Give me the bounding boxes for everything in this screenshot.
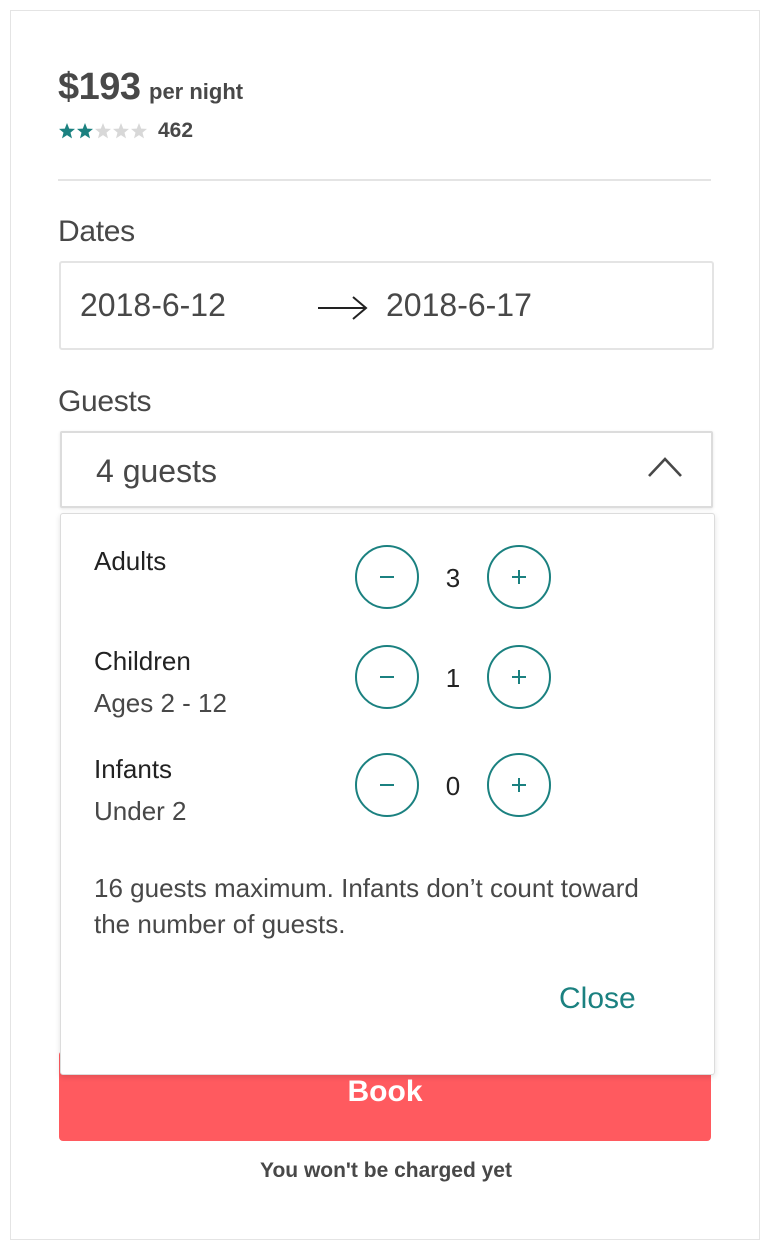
infants-decrement-button[interactable] bbox=[355, 753, 419, 817]
infants-increment-button[interactable] bbox=[487, 753, 551, 817]
guests-dropdown-toggle[interactable]: 4 guests bbox=[60, 431, 713, 508]
price-unit: per night bbox=[149, 79, 244, 104]
children-increment-button[interactable] bbox=[487, 645, 551, 709]
adults-decrement-button[interactable] bbox=[355, 545, 419, 609]
booking-card: $193 per night 462 Dates 2018-6-12 2018-… bbox=[10, 10, 760, 1240]
children-age-range: Ages 2 - 12 bbox=[94, 688, 227, 718]
guests-label: Guests bbox=[58, 385, 152, 418]
infants-count: 0 bbox=[445, 771, 461, 801]
children-label: Children bbox=[94, 646, 191, 676]
star-rating bbox=[58, 122, 148, 140]
guest-limit-note: 16 guests maximum. Infants don’t count t… bbox=[94, 873, 639, 939]
adults-label: Adults bbox=[94, 546, 167, 576]
star-icon bbox=[131, 123, 147, 139]
plus-icon bbox=[512, 778, 526, 792]
children-count: 1 bbox=[445, 663, 461, 693]
infants-age-range: Under 2 bbox=[94, 796, 187, 826]
star-icon bbox=[59, 123, 75, 139]
check-out-date[interactable]: 2018-6-17 bbox=[386, 287, 532, 324]
minus-icon bbox=[380, 576, 394, 578]
guests-summary: 4 guests bbox=[96, 453, 217, 489]
minus-icon bbox=[380, 784, 394, 786]
adults-count: 3 bbox=[445, 563, 461, 593]
close-guests-panel-button[interactable]: Close bbox=[559, 982, 636, 1016]
nightly-price: $193 bbox=[58, 66, 141, 108]
dates-label: Dates bbox=[58, 215, 135, 248]
infants-label: Infants bbox=[94, 754, 173, 784]
guests-panel: Adults 3 Children Ages 2 - 12 1 Infants … bbox=[60, 513, 715, 1075]
children-decrement-button[interactable] bbox=[355, 645, 419, 709]
star-icon bbox=[77, 123, 93, 139]
date-range-picker[interactable]: 2018-6-12 2018-6-17 bbox=[59, 261, 714, 350]
adults-increment-button[interactable] bbox=[487, 545, 551, 609]
review-count: 462 bbox=[158, 119, 194, 142]
price-row: $193 per night bbox=[58, 66, 243, 109]
star-icon bbox=[95, 123, 111, 139]
minus-icon bbox=[380, 676, 394, 678]
star-icon bbox=[113, 123, 129, 139]
plus-icon bbox=[512, 570, 526, 584]
rating-row: 462 bbox=[58, 119, 193, 143]
chevron-up-icon bbox=[648, 457, 682, 477]
not-charged-note: You won't be charged yet bbox=[260, 1159, 512, 1182]
check-in-date[interactable]: 2018-6-12 bbox=[80, 287, 226, 324]
arrow-right-icon bbox=[318, 296, 368, 320]
divider bbox=[58, 179, 711, 181]
plus-icon bbox=[512, 670, 526, 684]
